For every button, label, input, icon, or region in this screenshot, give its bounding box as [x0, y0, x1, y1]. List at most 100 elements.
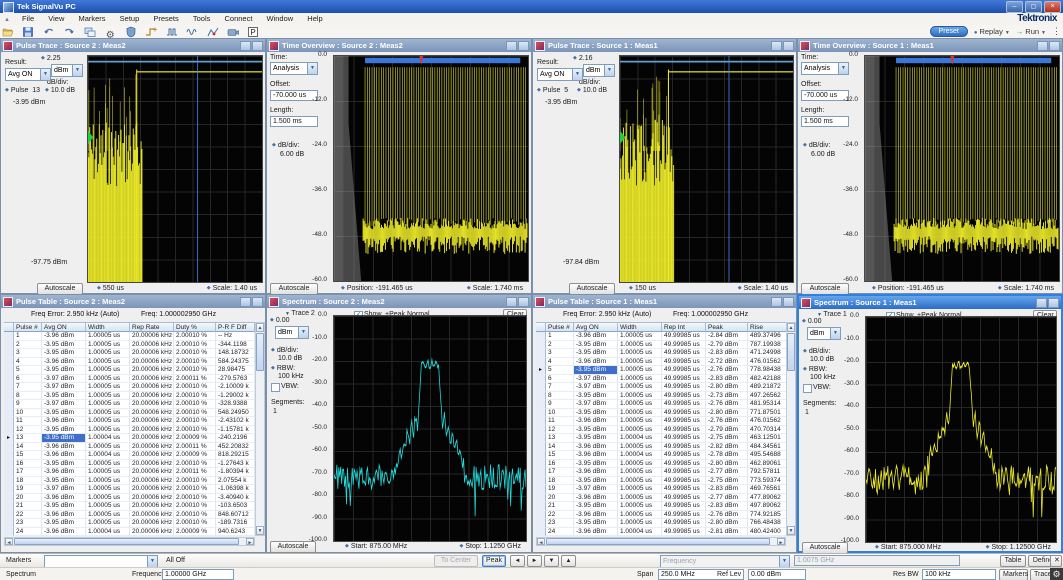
panel-restore-icon[interactable] [506, 41, 517, 51]
settings-gear-icon[interactable]: ⚙ [1050, 568, 1063, 580]
table-cell[interactable]: -2.43102 k [216, 417, 255, 426]
panel-restore-icon[interactable] [1037, 41, 1048, 51]
table-cell[interactable]: -2.75 dBm [706, 434, 748, 443]
table-cell[interactable]: 1 [14, 332, 42, 341]
table-row[interactable]: 11-3.96 dBm1.00005 us20.00006 kHz2.00010… [4, 417, 255, 426]
table-cell[interactable]: -3.96 dBm [42, 358, 86, 367]
scroll-up-icon[interactable]: ▲ [256, 323, 264, 332]
panel-restore-icon[interactable] [240, 41, 251, 51]
table-cell[interactable]: 1.00005 us [618, 426, 662, 435]
column-header[interactable]: Avg ON [574, 322, 618, 332]
table-cell[interactable]: 1.00005 us [618, 468, 662, 477]
table-cell[interactable]: -2.77 dBm [706, 494, 748, 503]
all-off-label[interactable]: All Off [166, 557, 185, 564]
table-cell[interactable]: 462.89061 [748, 460, 787, 469]
table-cell[interactable]: -2.80 dBm [706, 519, 748, 528]
table-cell[interactable]: 20.00006 kHz [130, 332, 174, 341]
marker-frequency-input[interactable] [794, 555, 960, 566]
row-selector[interactable] [536, 443, 546, 452]
table-cell[interactable]: -2.83 dBm [706, 375, 748, 384]
table-cell[interactable]: 20.00006 kHz [130, 502, 174, 511]
table-cell[interactable]: 2.00010 % [174, 502, 216, 511]
table-cell[interactable]: 20.00006 kHz [130, 383, 174, 392]
table-row[interactable]: 7-3.97 dBm1.00005 us20.00006 kHz2.00010 … [4, 383, 255, 392]
time-overview-graph[interactable] [333, 55, 529, 282]
table-row[interactable]: 21-3.95 dBm1.00005 us49.99985 us-2.83 dB… [536, 502, 787, 511]
table-cell[interactable]: 13 [14, 434, 42, 443]
scroll-down-icon[interactable]: ▼ [787, 526, 795, 535]
table-cell[interactable]: 818.29215 [216, 451, 255, 460]
table-cell[interactable]: 20.00006 kHz [130, 460, 174, 469]
table-cell[interactable]: 2.00009 % [174, 451, 216, 460]
table-cell[interactable]: 469.76561 [748, 485, 787, 494]
row-selector[interactable] [536, 485, 546, 494]
table-cell[interactable]: 1.00005 us [86, 443, 130, 452]
menu-setup[interactable]: Setup [114, 13, 146, 25]
peak-higher-icon[interactable]: ▲ [561, 555, 576, 567]
table-cell[interactable]: 1.00005 us [86, 375, 130, 384]
table-cell[interactable]: 20.00006 kHz [130, 349, 174, 358]
table-cell[interactable]: 20.00006 kHz [130, 366, 174, 375]
row-selector[interactable] [4, 349, 14, 358]
table-cell[interactable]: 463.12501 [748, 434, 787, 443]
row-selector[interactable] [536, 468, 546, 477]
row-selector[interactable] [536, 358, 546, 367]
panel-maximize-icon[interactable] [518, 41, 529, 51]
table-cell[interactable]: -3.96 dBm [574, 358, 618, 367]
table-cell[interactable]: 2.00010 % [174, 485, 216, 494]
table-cell[interactable]: 49.99985 us [662, 477, 706, 486]
table-cell[interactable]: 1.00005 us [618, 400, 662, 409]
table-cell[interactable]: -3.96 dBm [42, 528, 86, 537]
table-cell[interactable]: 2.00009 % [174, 434, 216, 443]
table-cell[interactable]: -3.96 dBm [574, 494, 618, 503]
table-cell[interactable]: -3.95 dBm [574, 392, 618, 401]
row-selector[interactable] [4, 485, 14, 494]
table-cell[interactable]: 773.59374 [748, 477, 787, 486]
row-selector[interactable] [4, 460, 14, 469]
table-cell[interactable]: 6 [14, 375, 42, 384]
table-cell[interactable]: 20.00006 kHz [130, 392, 174, 401]
row-selector[interactable] [536, 400, 546, 409]
table-cell[interactable]: 1 [546, 332, 574, 341]
table-cell[interactable]: 49.99985 us [662, 349, 706, 358]
table-cell[interactable]: 7 [14, 383, 42, 392]
table-cell[interactable]: 452.20832 [216, 443, 255, 452]
table-cell[interactable]: 49.99985 us [662, 358, 706, 367]
table-cell[interactable]: 476.01562 [748, 358, 787, 367]
redo-icon[interactable] [61, 25, 77, 37]
panel-maximize-icon[interactable] [1048, 298, 1059, 308]
window-title-bar[interactable]: Tek SignalVu PC [0, 0, 1063, 13]
table-cell[interactable]: -328.9388 [216, 400, 255, 409]
panel-maximize-icon[interactable] [252, 297, 263, 307]
table-cell[interactable]: 20.00006 kHz [130, 426, 174, 435]
row-selector[interactable] [4, 400, 14, 409]
table-cell[interactable]: 792.57811 [748, 468, 787, 477]
table-row[interactable]: 8-3.95 dBm1.00005 us20.00006 kHz2.00010 … [4, 392, 255, 401]
table-cell[interactable]: 15 [546, 451, 574, 460]
table-cell[interactable]: 940.6243 [216, 528, 255, 537]
row-selector[interactable] [4, 502, 14, 511]
row-selector[interactable] [4, 366, 14, 375]
table-cell[interactable]: 19 [14, 485, 42, 494]
table-cell[interactable]: 1.00005 us [618, 511, 662, 520]
maximize-icon[interactable] [1025, 1, 1042, 13]
table-row[interactable]: 22-3.96 dBm1.00005 us49.99985 us-2.76 dB… [536, 511, 787, 520]
table-cell[interactable]: 9 [546, 400, 574, 409]
table-cell[interactable]: 1.00005 us [618, 502, 662, 511]
table-row[interactable]: ▸5-3.95 dBm1.00005 us49.99985 us-2.76 dB… [536, 366, 787, 375]
panel-maximize-icon[interactable] [783, 297, 794, 307]
table-cell[interactable]: 2.00010 % [174, 417, 216, 426]
table-cell[interactable]: 20.00006 kHz [130, 434, 174, 443]
table-cell[interactable]: 22 [546, 511, 574, 520]
chevron-down-icon[interactable] [604, 65, 614, 76]
table-cell[interactable]: 1.00005 us [86, 477, 130, 486]
table-cell[interactable]: -1.80394 k [216, 468, 255, 477]
table-cell[interactable]: 1.00004 us [86, 434, 130, 443]
row-selector[interactable] [536, 349, 546, 358]
table-row[interactable]: 9-3.97 dBm1.00005 us49.99985 us-2.76 dBm… [536, 400, 787, 409]
table-cell[interactable]: 471.24998 [748, 349, 787, 358]
table-row[interactable]: 20-3.96 dBm1.00005 us20.00006 kHz2.00010… [4, 494, 255, 503]
table-cell[interactable]: 4 [546, 358, 574, 367]
row-selector[interactable] [4, 383, 14, 392]
table-cell[interactable]: 2.00010 % [174, 366, 216, 375]
